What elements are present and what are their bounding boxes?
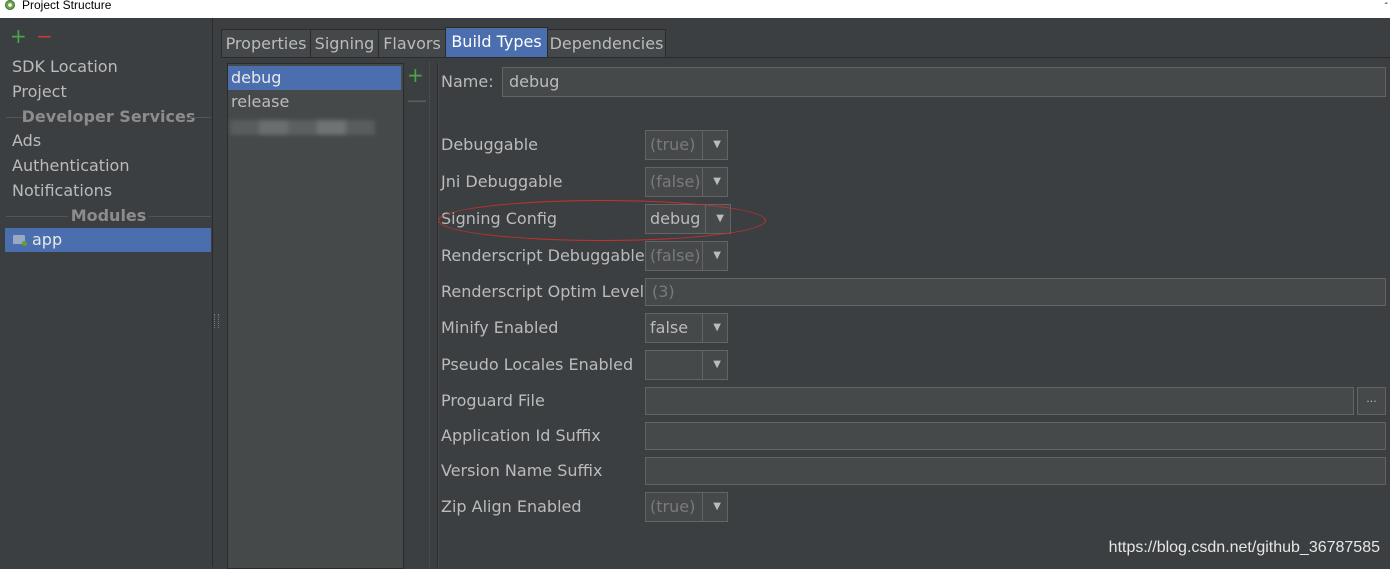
watermark-text: https://blog.csdn.net/github_36787585 bbox=[1108, 539, 1380, 556]
chevron-down-icon: ▼ bbox=[713, 501, 721, 512]
debuggable-value: (true) bbox=[650, 135, 696, 154]
build-type-form bbox=[437, 63, 1390, 567]
nav-item-authentication[interactable]: Authentication bbox=[12, 154, 129, 178]
build-type-item-release[interactable]: release bbox=[228, 90, 401, 114]
highlight-annotation-ellipse bbox=[438, 200, 766, 241]
renderscript-debuggable-value: (false) bbox=[650, 246, 701, 265]
version-name-suffix-field[interactable] bbox=[645, 457, 1386, 485]
build-type-item-debug[interactable]: debug bbox=[228, 66, 401, 90]
jni-debuggable-label: Jni Debuggable bbox=[441, 172, 563, 191]
renderscript-optim-level-field[interactable]: (3) bbox=[645, 278, 1386, 306]
chevron-down-icon: ▼ bbox=[713, 322, 721, 333]
section-modules: Modules bbox=[6, 204, 211, 228]
remove-icon[interactable]: − bbox=[36, 26, 53, 46]
zip-align-enabled-value: (true) bbox=[650, 497, 696, 516]
proguard-file-label: Proguard File bbox=[441, 391, 545, 410]
minify-enabled-value: false bbox=[650, 318, 689, 337]
window-title: Project Structure bbox=[22, 0, 112, 12]
nav-item-sdk-location[interactable]: SDK Location bbox=[12, 55, 118, 79]
pseudo-locales-enabled-label: Pseudo Locales Enabled bbox=[441, 355, 634, 374]
minify-enabled-label: Minify Enabled bbox=[441, 318, 559, 337]
title-bar: Project Structure - bbox=[0, 0, 1390, 18]
tab-build-types[interactable]: Build Types bbox=[445, 27, 548, 58]
chevron-down-icon: ▼ bbox=[713, 359, 721, 370]
pseudo-locales-enabled-dropdown[interactable]: ▼ bbox=[645, 350, 728, 380]
nav-item-notifications[interactable]: Notifications bbox=[12, 179, 112, 203]
add-icon[interactable]: + bbox=[10, 26, 27, 46]
browse-button[interactable]: ... bbox=[1357, 387, 1386, 415]
section-developer-services: Developer Services bbox=[6, 105, 211, 129]
tab-dependencies[interactable]: Dependencies bbox=[547, 29, 666, 58]
application-id-suffix-label: Application Id Suffix bbox=[441, 426, 601, 445]
build-type-toolbar: + — bbox=[403, 63, 427, 567]
zip-align-enabled-label: Zip Align Enabled bbox=[441, 497, 582, 516]
nav-item-app-module[interactable]: app bbox=[5, 228, 211, 252]
module-folder-icon bbox=[13, 235, 27, 246]
debuggable-dropdown[interactable]: (true) ▼ bbox=[645, 130, 728, 160]
name-label: Name: bbox=[441, 72, 494, 91]
renderscript-debuggable-label: Renderscript Debuggable bbox=[441, 246, 645, 265]
jni-debuggable-dropdown[interactable]: (false) ▼ bbox=[645, 167, 728, 197]
redacted-build-type-item bbox=[230, 120, 375, 135]
tab-flavors[interactable]: Flavors bbox=[378, 29, 446, 58]
debuggable-label: Debuggable bbox=[441, 135, 539, 154]
version-name-suffix-label: Version Name Suffix bbox=[441, 461, 603, 480]
remove-build-type-icon[interactable]: — bbox=[407, 90, 427, 110]
build-type-list: debug release bbox=[227, 63, 404, 569]
renderscript-debuggable-dropdown[interactable]: (false) ▼ bbox=[645, 241, 728, 271]
nav-item-project[interactable]: Project bbox=[12, 80, 67, 104]
minify-enabled-dropdown[interactable]: false ▼ bbox=[645, 313, 728, 343]
nav-item-app-label: app bbox=[32, 230, 63, 249]
pane-splitter[interactable] bbox=[212, 18, 221, 567]
android-studio-icon bbox=[5, 0, 15, 10]
chevron-down-icon: ▼ bbox=[713, 250, 721, 261]
name-field[interactable]: debug bbox=[502, 67, 1386, 97]
chevron-down-icon: ▼ bbox=[713, 139, 721, 150]
left-navigation-pane: + − SDK Location Project Developer Servi… bbox=[0, 18, 212, 567]
nav-item-ads[interactable]: Ads bbox=[12, 129, 41, 153]
application-id-suffix-field[interactable] bbox=[645, 422, 1386, 450]
chevron-down-icon: ▼ bbox=[713, 176, 721, 187]
tab-signing[interactable]: Signing bbox=[310, 29, 379, 58]
window-corner-mark: - bbox=[1384, 0, 1388, 9]
splitter-grip-icon[interactable] bbox=[214, 314, 219, 328]
zip-align-enabled-dropdown[interactable]: (true) ▼ bbox=[645, 492, 728, 522]
add-build-type-icon[interactable]: + bbox=[407, 65, 424, 85]
jni-debuggable-value: (false) bbox=[650, 172, 701, 191]
section-developer-services-label: Developer Services bbox=[21, 107, 196, 126]
proguard-file-field[interactable] bbox=[645, 387, 1354, 415]
tab-properties[interactable]: Properties bbox=[221, 29, 311, 58]
renderscript-optim-level-label: Renderscript Optim Level bbox=[441, 282, 645, 301]
